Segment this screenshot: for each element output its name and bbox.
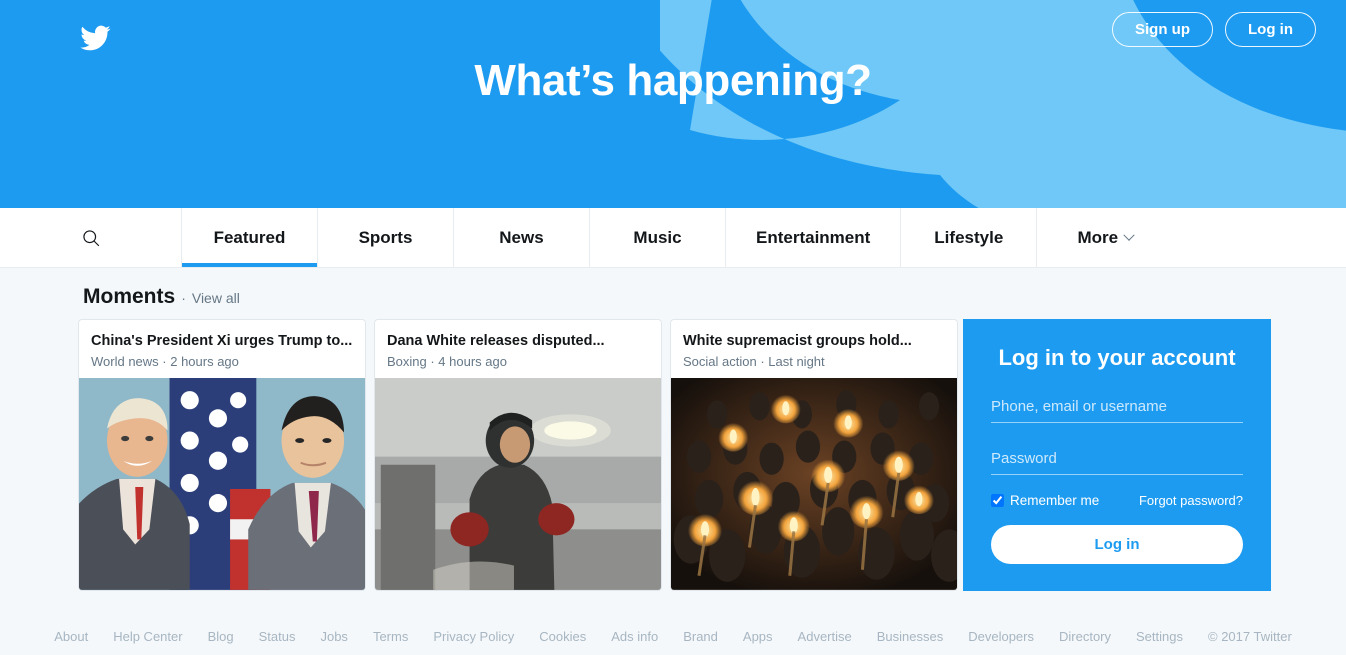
footer-link-directory[interactable]: Directory xyxy=(1059,629,1111,644)
tab-more[interactable]: More xyxy=(1037,208,1173,267)
tab-sports[interactable]: Sports xyxy=(318,208,454,267)
moment-image-torch-rally xyxy=(671,378,957,590)
footer-link-jobs[interactable]: Jobs xyxy=(320,629,347,644)
sign-up-button[interactable]: Sign up xyxy=(1112,12,1213,47)
log-in-button[interactable]: Log in xyxy=(1225,12,1316,47)
moment-card[interactable]: China's President Xi urges Trump to... W… xyxy=(78,319,366,591)
hero-auth-actions: Sign up Log in xyxy=(1112,12,1316,47)
footer-link-ads-info[interactable]: Ads info xyxy=(611,629,658,644)
login-options-row: Remember me Forgot password? xyxy=(991,493,1243,508)
login-panel: Log in to your account Remember me Forgo… xyxy=(963,319,1271,591)
footer-link-developers[interactable]: Developers xyxy=(968,629,1034,644)
moment-meta: World news · 2 hours ago xyxy=(91,354,239,370)
login-submit-button[interactable]: Log in xyxy=(991,525,1243,564)
forgot-password-link[interactable]: Forgot password? xyxy=(1139,493,1243,508)
remember-me-label: Remember me xyxy=(1010,493,1100,508)
tab-music[interactable]: Music xyxy=(590,208,726,267)
footer-copyright: © 2017 Twitter xyxy=(1208,628,1292,644)
moment-meta: Social action · Last night xyxy=(683,354,825,370)
moment-title: Dana White releases disputed... xyxy=(387,333,605,349)
moment-meta: Boxing · 4 hours ago xyxy=(387,354,507,370)
category-navbar: Featured Sports News Music Entertainment… xyxy=(0,208,1346,268)
footer-link-settings[interactable]: Settings xyxy=(1136,629,1183,644)
moment-card-text: Dana White releases disputed... Boxing ·… xyxy=(375,320,661,378)
tab-entertainment[interactable]: Entertainment xyxy=(726,208,902,267)
view-all-link[interactable]: View all xyxy=(192,290,240,306)
twitter-bird-icon[interactable] xyxy=(76,22,114,54)
footer-link-terms[interactable]: Terms xyxy=(373,629,408,644)
username-input[interactable] xyxy=(991,393,1243,423)
footer-link-apps[interactable]: Apps xyxy=(743,629,773,644)
moment-card[interactable]: Dana White releases disputed... Boxing ·… xyxy=(374,319,662,591)
moments-card-list: China's President Xi urges Trump to... W… xyxy=(78,319,958,591)
footer-link-businesses[interactable]: Businesses xyxy=(877,629,943,644)
tab-news[interactable]: News xyxy=(454,208,590,267)
footer-link-status[interactable]: Status xyxy=(259,629,296,644)
tab-featured[interactable]: Featured xyxy=(182,208,318,267)
password-input[interactable] xyxy=(991,445,1243,475)
moment-card[interactable]: White supremacist groups hold... Social … xyxy=(670,319,958,591)
tab-label: Lifestyle xyxy=(934,227,1004,247)
moment-card-text: White supremacist groups hold... Social … xyxy=(671,320,957,378)
tab-label: Entertainment xyxy=(756,227,871,247)
footer-link-advertise[interactable]: Advertise xyxy=(798,629,852,644)
site-footer: About Help Center Blog Status Jobs Terms… xyxy=(0,617,1346,655)
hero-banner: What’s happening? Sign up Log in xyxy=(0,0,1346,208)
footer-link-blog[interactable]: Blog xyxy=(208,629,234,644)
tab-label: More xyxy=(1077,227,1119,247)
moment-title: White supremacist groups hold... xyxy=(683,333,912,349)
moment-title: China's President Xi urges Trump to... xyxy=(91,333,353,349)
page-title: What’s happening? xyxy=(474,56,872,105)
search-icon xyxy=(81,228,101,248)
search-button[interactable] xyxy=(0,208,182,267)
footer-link-brand[interactable]: Brand xyxy=(683,629,718,644)
section-title: Moments xyxy=(83,285,176,308)
tab-label: Featured xyxy=(213,227,286,247)
remember-me-checkbox[interactable]: Remember me xyxy=(991,493,1099,508)
main-content: Moments · View all China's President Xi … xyxy=(0,268,1346,655)
footer-link-privacy-policy[interactable]: Privacy Policy xyxy=(433,629,514,644)
moment-card-text: China's President Xi urges Trump to... W… xyxy=(79,320,365,378)
tab-lifestyle[interactable]: Lifestyle xyxy=(901,208,1038,267)
moments-section-header: Moments · View all xyxy=(83,285,240,309)
chevron-down-icon xyxy=(1123,229,1135,241)
remember-me-input[interactable] xyxy=(991,494,1004,507)
footer-link-help-center[interactable]: Help Center xyxy=(113,629,182,644)
login-panel-title: Log in to your account xyxy=(998,345,1236,370)
tab-label: Music xyxy=(633,227,682,247)
tab-label: News xyxy=(499,227,544,247)
footer-link-about[interactable]: About xyxy=(54,629,88,644)
section-separator: · xyxy=(181,290,186,306)
tab-label: Sports xyxy=(358,227,413,247)
moment-image-trump-xi xyxy=(79,378,365,590)
moment-image-boxing xyxy=(375,378,661,590)
footer-link-cookies[interactable]: Cookies xyxy=(539,629,586,644)
